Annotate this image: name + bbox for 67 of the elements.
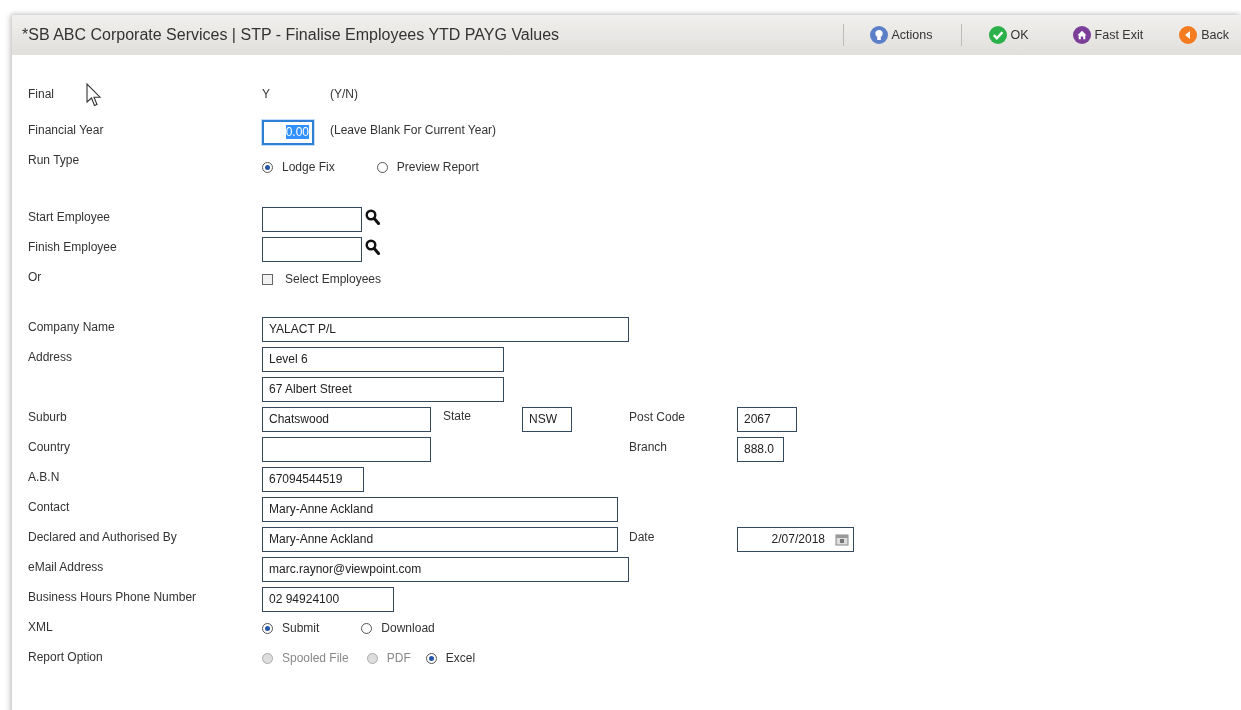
radio-label: Excel	[445, 650, 476, 667]
field-label: Financial Year	[28, 122, 104, 139]
field-label: eMail Address	[28, 559, 104, 576]
field-label: Post Code	[629, 409, 686, 426]
window-title: *SB ABC Corporate Services | STP - Finalise Employees YTD PAYG Values	[22, 25, 560, 45]
text-field[interactable]: Mary-Anne Ackland	[262, 527, 618, 552]
text-field[interactable]: Chatswood	[262, 407, 431, 432]
text-field[interactable]: 2067	[737, 407, 797, 432]
search-icon[interactable]	[365, 239, 380, 255]
text-field[interactable]: 02 94924100	[262, 587, 394, 612]
field-label: Or	[28, 269, 42, 286]
value-text: Y	[262, 86, 271, 103]
radio-label: Download	[381, 620, 435, 637]
toolbar-button[interactable]: OK	[988, 25, 1029, 45]
field-label: Company Name	[28, 319, 115, 336]
radio-label: Lodge Fix	[282, 159, 335, 176]
text-field[interactable]: marc.raynor@viewpoint.com	[262, 557, 629, 582]
field-label: Declared and Authorised By	[28, 529, 177, 546]
field-label: XML	[28, 619, 53, 636]
text-field[interactable]	[262, 237, 362, 262]
radio-label: Submit	[282, 620, 320, 637]
field-label: A.B.N	[28, 469, 60, 486]
radio-label: PDF	[386, 650, 411, 667]
text-field[interactable]: YALACT P/L	[262, 317, 629, 342]
radio-label: Spooled File	[282, 650, 349, 667]
radio-button[interactable]	[262, 622, 273, 634]
toolbar-button[interactable]: Back	[1179, 25, 1229, 45]
field-label: Finish Employee	[28, 239, 117, 256]
field-label: Country	[28, 439, 71, 456]
text-field[interactable]: 2/07/2018	[737, 527, 854, 552]
text-field[interactable]: 888.0	[737, 437, 784, 462]
field-label: Report Option	[28, 649, 103, 666]
radio-button[interactable]	[425, 652, 437, 664]
hint-text: (Y/N)	[330, 86, 358, 103]
radio-button[interactable]	[262, 161, 273, 173]
check-icon	[988, 26, 1007, 44]
toolbar-button[interactable]: Actions	[869, 25, 933, 45]
home-icon	[1072, 26, 1091, 44]
toolbar-button[interactable]: Fast Exit	[1072, 25, 1144, 45]
hint-text: (Leave Blank For Current Year)	[330, 122, 497, 139]
field-label: Branch	[629, 439, 668, 456]
field-label: State	[443, 408, 473, 425]
bulb-icon	[869, 26, 888, 44]
radio-label: Preview Report	[396, 159, 479, 176]
mouse-cursor-icon	[86, 83, 102, 107]
field-label: Run Type	[28, 152, 80, 169]
field-label: Final	[28, 86, 54, 103]
radio-button[interactable]	[376, 161, 388, 173]
calendar-icon[interactable]	[835, 533, 849, 546]
text-field[interactable]: 67 Albert Street	[262, 377, 504, 402]
checkbox[interactable]	[262, 273, 273, 285]
field-label: Suburb	[28, 409, 67, 426]
text-field[interactable]	[262, 437, 431, 462]
field-label: Address	[28, 349, 73, 366]
field-label: Start Employee	[28, 209, 111, 226]
text-field[interactable]: 67094544519	[262, 467, 364, 492]
text-field[interactable]: Level 6	[262, 347, 504, 372]
radio-button[interactable]	[361, 622, 373, 634]
text-field[interactable]	[262, 207, 362, 232]
text-field[interactable]: Mary-Anne Ackland	[262, 497, 618, 522]
field-label: Date	[629, 529, 655, 546]
search-icon[interactable]	[365, 209, 380, 225]
field-label: Business Hours Phone Number	[28, 589, 197, 606]
field-label: Contact	[28, 499, 70, 516]
checkbox-label: Select Employees	[285, 271, 382, 288]
back-icon	[1179, 26, 1198, 44]
text-field[interactable]: NSW	[522, 407, 572, 432]
